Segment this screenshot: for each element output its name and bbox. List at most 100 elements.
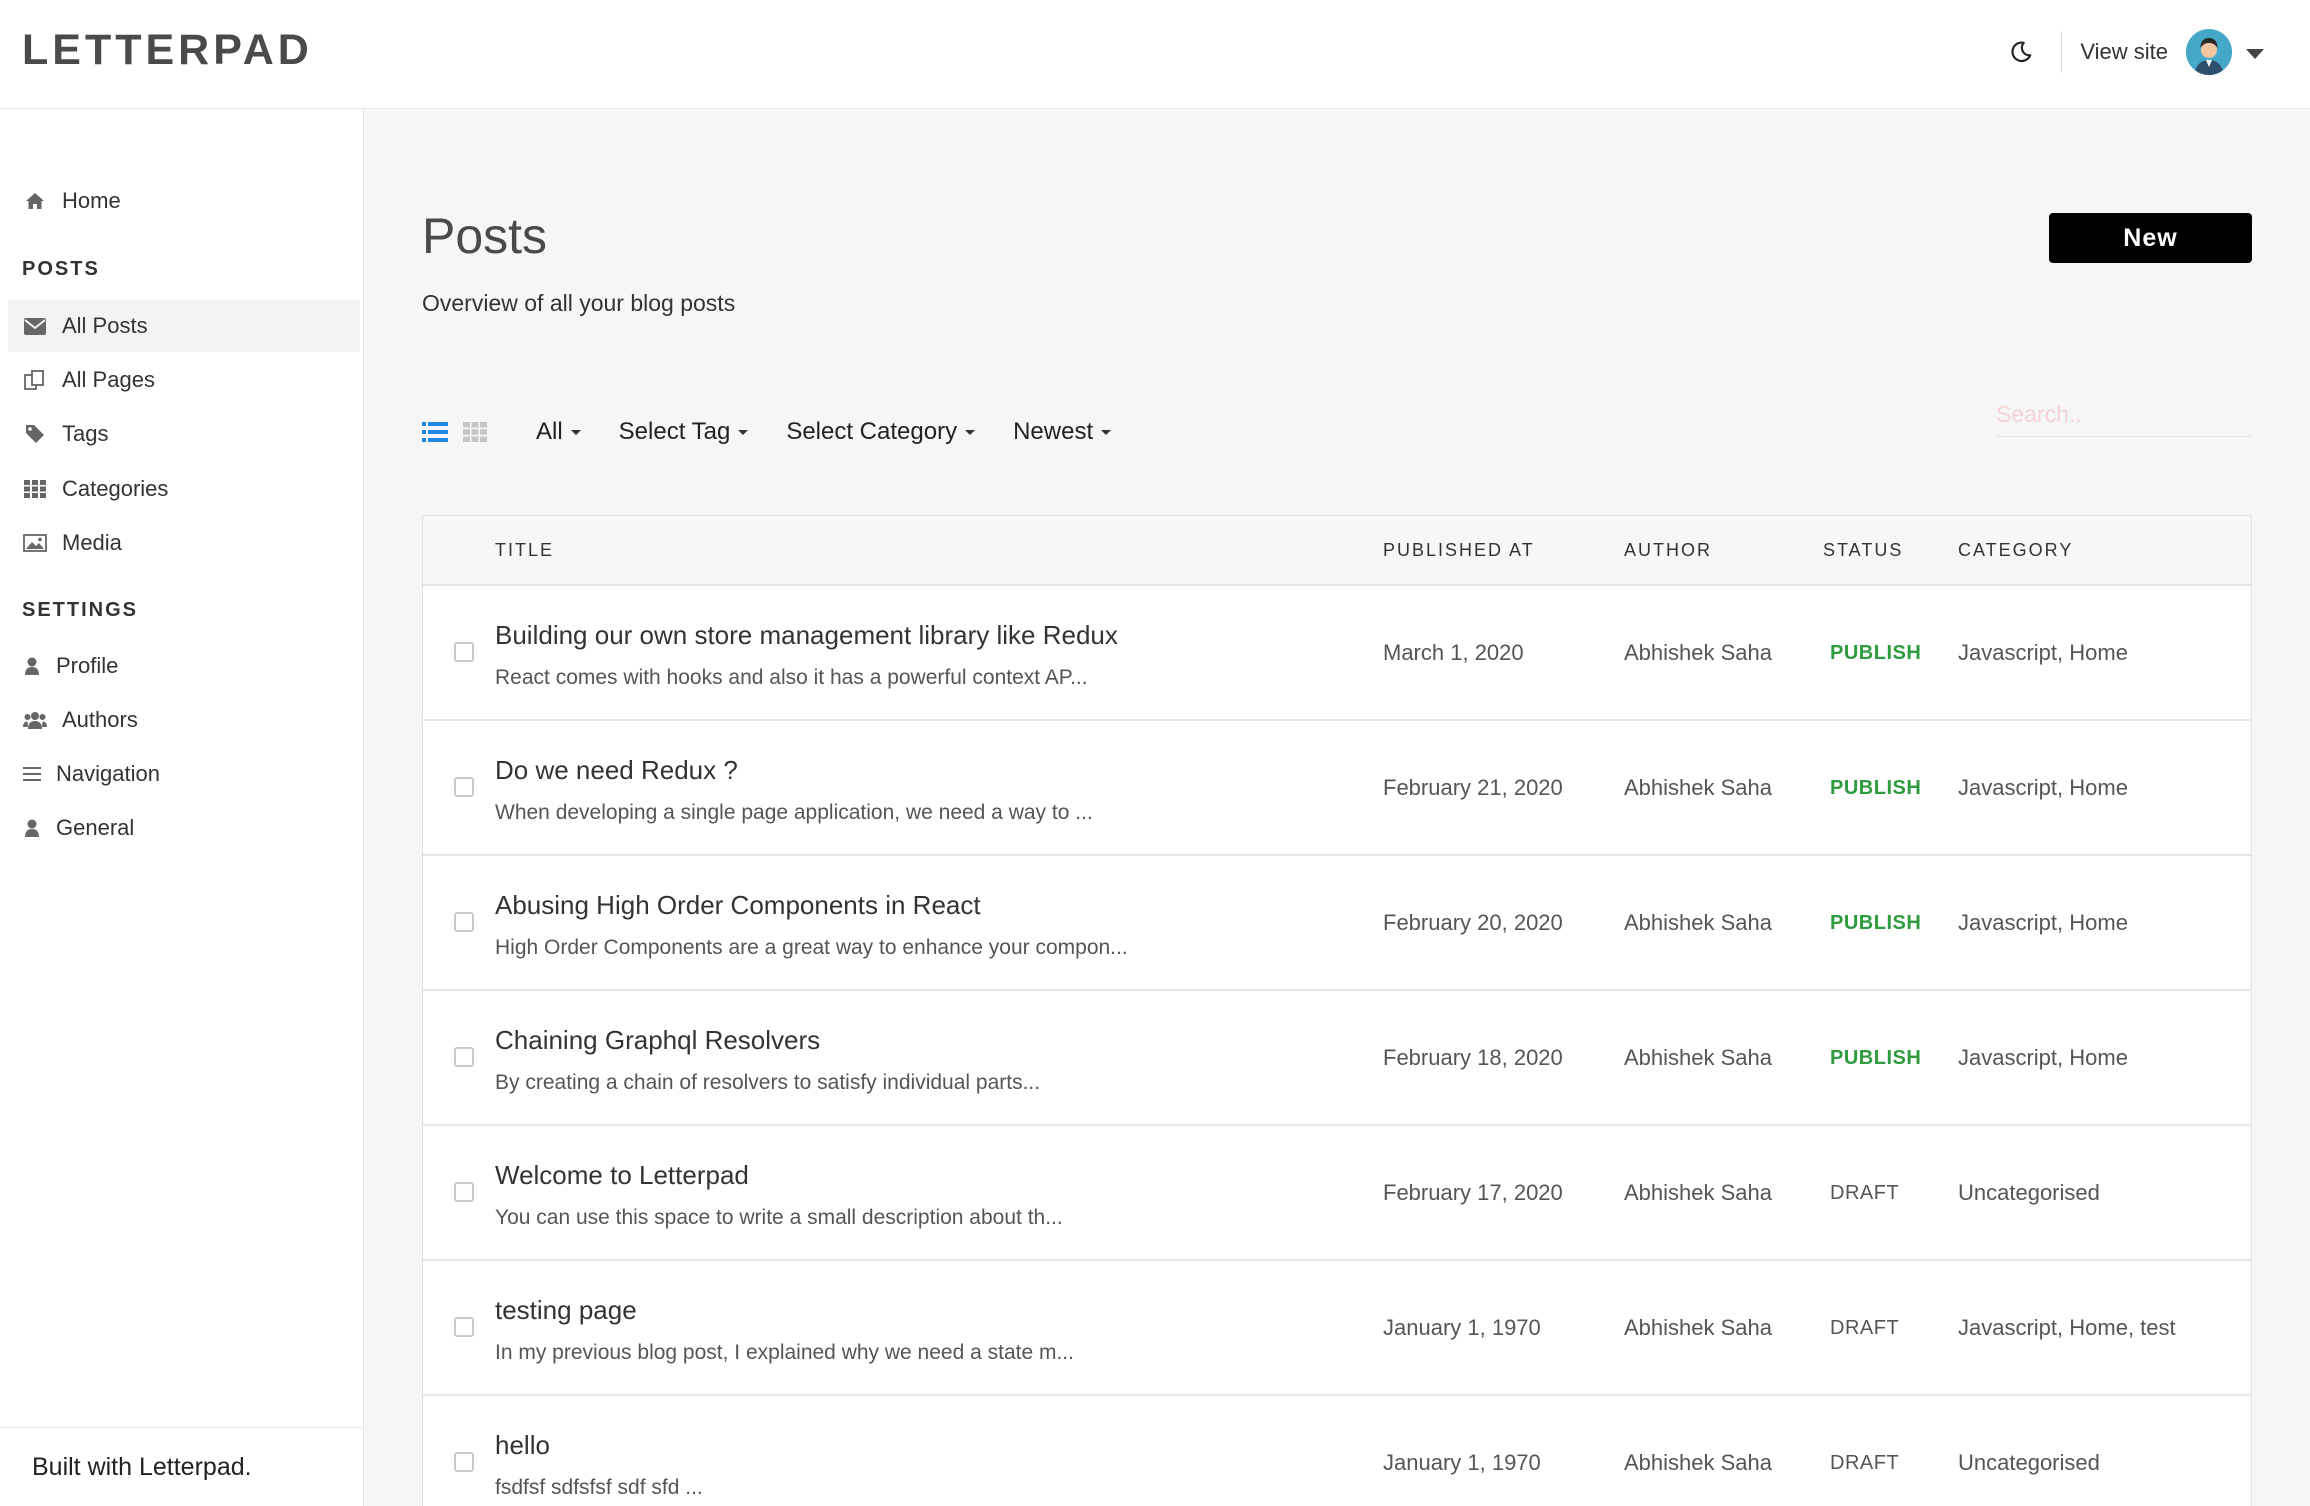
row-checkbox[interactable] [454,1317,474,1337]
page-title: Posts [422,208,548,264]
post-published-date: February 21, 2020 [1383,775,1563,800]
account-dropdown-caret[interactable] [2246,49,2264,59]
post-published-date: January 1, 1970 [1383,1450,1541,1475]
caret-down-icon [570,429,581,435]
post-category: Javascript, Home [1958,1045,2128,1070]
status-filter-label: All [536,418,563,445]
row-checkbox[interactable] [454,1182,474,1202]
header-actions: View site [1991,22,2264,82]
status-badge: PUBLISH [1830,1047,1922,1069]
table-row[interactable]: Building our own store management librar… [423,586,2251,721]
caret-down-icon [965,429,976,435]
post-title[interactable]: Chaining Graphql Resolvers [495,1025,820,1056]
post-excerpt: By creating a chain of resolvers to sati… [495,1071,1041,1094]
header-divider [2061,31,2063,73]
row-checkbox[interactable] [454,1452,474,1472]
row-checkbox[interactable] [454,912,474,932]
envelope-icon [22,315,48,337]
row-checkbox[interactable] [454,642,474,662]
post-author: Abhishek Saha [1624,1450,1772,1475]
post-category: Uncategorised [1958,1180,2100,1205]
dark-mode-toggle[interactable] [1991,22,2051,82]
row-checkbox[interactable] [454,1047,474,1067]
posts-section-heading: POSTS [22,258,100,280]
tag-icon [22,423,48,445]
user-icon [22,817,42,839]
category-filter-dropdown[interactable]: Select Category [786,418,976,446]
table-row[interactable]: hello fsdfsf sdfsfsf sdf sfd ... January… [423,1396,2251,1506]
post-title[interactable]: hello [495,1430,550,1461]
tag-filter-label: Select Tag [618,418,731,445]
page-subtitle: Overview of all your blog posts [422,290,736,316]
post-published-date: January 1, 1970 [1383,1315,1541,1340]
tag-filter-dropdown[interactable]: Select Tag [619,418,749,446]
sidebar-item-general[interactable]: General [8,802,360,854]
avatar[interactable] [2186,29,2232,75]
post-title[interactable]: testing page [495,1295,637,1326]
app-logo[interactable]: LETTERPAD [22,26,313,75]
sidebar-item-all-posts[interactable]: All Posts [8,300,360,352]
settings-section-heading: SETTINGS [22,599,139,621]
table-row[interactable]: Welcome to Letterpad You can use this sp… [423,1126,2251,1261]
post-title[interactable]: Do we need Redux ? [495,755,738,786]
home-icon [22,190,48,212]
sidebar-item-label: Navigation [56,761,160,786]
post-published-date: February 17, 2020 [1383,1180,1563,1205]
caret-down-icon [1101,429,1112,435]
sidebar-item-label: General [56,815,135,840]
post-published-date: February 20, 2020 [1383,910,1563,935]
status-badge: PUBLISH [1830,777,1922,799]
sidebar-item-label: Home [62,188,121,213]
sidebar-item-profile[interactable]: Profile [8,640,360,692]
table-row[interactable]: Chaining Graphql Resolvers By creating a… [423,991,2251,1126]
grid-icon [22,478,48,500]
sidebar-item-authors[interactable]: Authors [8,694,360,746]
post-category: Javascript, Home, test [1958,1315,2176,1340]
menu-bars-icon [22,763,42,785]
column-header-published[interactable]: PUBLISHED AT [1383,540,1535,561]
post-published-date: February 18, 2020 [1383,1045,1563,1070]
table-row[interactable]: testing page In my previous blog post, I… [423,1261,2251,1396]
post-excerpt: You can use this space to write a small … [495,1206,1063,1229]
status-badge: PUBLISH [1830,642,1922,664]
sidebar-item-tags[interactable]: Tags [8,408,360,460]
top-header: LETTERPAD View site [0,0,2310,109]
column-header-category[interactable]: CATEGORY [1958,540,2073,561]
sidebar-item-all-pages[interactable]: All Pages [8,354,360,406]
sidebar-item-label: Categories [62,476,169,501]
sidebar-item-media[interactable]: Media [8,517,360,569]
column-header-status[interactable]: STATUS [1823,540,1903,561]
new-post-button[interactable]: New [2049,213,2252,263]
post-author: Abhishek Saha [1624,910,1772,935]
post-published-date: March 1, 2020 [1383,640,1524,665]
status-badge: DRAFT [1830,1182,1900,1204]
sidebar-item-label: Tags [62,421,109,446]
sidebar-item-navigation[interactable]: Navigation [8,748,360,800]
post-excerpt: When developing a single page applicatio… [495,801,1093,824]
column-header-title[interactable]: TITLE [495,540,554,561]
list-view-toggle[interactable] [422,421,448,443]
post-excerpt: fsdfsf sdfsfsf sdf sfd ... [495,1476,703,1499]
sidebar-item-label: All Posts [62,313,148,338]
post-title[interactable]: Welcome to Letterpad [495,1160,749,1191]
view-site-link[interactable]: View site [2080,39,2168,65]
post-title[interactable]: Building our own store management librar… [495,620,1118,651]
status-filter-dropdown[interactable]: All [536,418,581,446]
sidebar-item-categories[interactable]: Categories [8,463,360,515]
filter-toolbar: All Select Tag Select Category Newest [422,410,1112,454]
post-title[interactable]: Abusing High Order Components in React [495,890,981,921]
sort-label: Newest [1013,418,1094,445]
column-header-author[interactable]: AUTHOR [1624,540,1712,561]
sidebar-item-home[interactable]: Home [8,175,360,227]
table-row[interactable]: Do we need Redux ? When developing a sin… [423,721,2251,856]
users-icon [22,709,48,731]
post-category: Uncategorised [1958,1450,2100,1475]
row-checkbox[interactable] [454,777,474,797]
table-row[interactable]: Abusing High Order Components in React H… [423,856,2251,991]
post-excerpt: React comes with hooks and also it has a… [495,666,1088,689]
grid-view-toggle[interactable] [462,421,488,443]
search-input[interactable] [1996,393,2252,437]
sort-dropdown[interactable]: Newest [1013,418,1112,446]
post-author: Abhishek Saha [1624,775,1772,800]
user-avatar-icon [2186,29,2232,75]
